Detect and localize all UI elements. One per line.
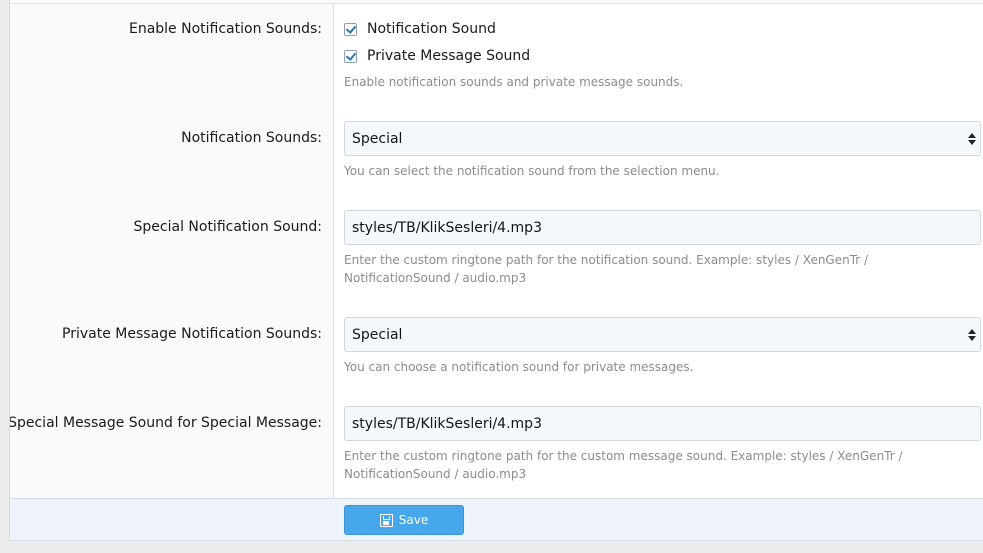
pm-notification-sounds-hint: You can choose a notification sound for …	[344, 360, 694, 374]
pm-sound-checkbox-row[interactable]: Private Message Sound	[344, 48, 530, 64]
form-footer: Save	[10, 498, 983, 541]
pm-sound-checkbox-label: Private Message Sound	[367, 48, 531, 64]
notification-sounds-label: Notification Sounds:	[181, 130, 322, 146]
special-message-sound-hint: Enter the custom ringtone path for the c…	[344, 449, 903, 481]
save-button[interactable]: Save	[344, 505, 464, 535]
notification-sounds-hint: You can select the notification sound fr…	[344, 164, 720, 178]
save-button-label: Save	[398, 513, 429, 527]
special-notification-sound-hint: Enter the custom ringtone path for the n…	[344, 253, 869, 285]
special-notification-sound-label: Special Notification Sound:	[133, 219, 322, 235]
pm-notification-sounds-label: Private Message Notification Sounds:	[62, 326, 322, 342]
notification-sounds-select-value: Special	[352, 130, 403, 147]
special-notification-sound-value: styles/TB/KlikSesleri/4.mp3	[352, 219, 542, 236]
notification-sound-checkbox[interactable]	[344, 22, 357, 36]
notification-sound-checkbox-label: Notification Sound	[367, 21, 496, 37]
pm-sound-checkbox[interactable]	[344, 49, 357, 63]
select-arrows-icon	[968, 132, 976, 146]
special-notification-sound-input[interactable]: styles/TB/KlikSesleri/4.mp3	[344, 210, 981, 245]
special-message-sound-label: Special Message Sound for Special Messag…	[9, 415, 322, 431]
enable-sounds-hint: Enable notification sounds and private m…	[344, 75, 684, 89]
save-icon	[379, 513, 393, 527]
special-message-sound-value: styles/TB/KlikSesleri/4.mp3	[352, 415, 542, 432]
pm-notification-sounds-select-value: Special	[352, 326, 403, 343]
special-message-sound-input[interactable]: styles/TB/KlikSesleri/4.mp3	[344, 406, 981, 441]
notification-sounds-select[interactable]: Special	[344, 121, 981, 156]
notification-sound-checkbox-row[interactable]: Notification Sound	[344, 21, 496, 37]
settings-panel: Enable Notification Sounds: Notification…	[9, 0, 983, 541]
select-arrows-icon	[968, 328, 976, 342]
pm-notification-sounds-select[interactable]: Special	[344, 317, 981, 352]
enable-sounds-label: Enable Notification Sounds:	[128, 21, 322, 37]
